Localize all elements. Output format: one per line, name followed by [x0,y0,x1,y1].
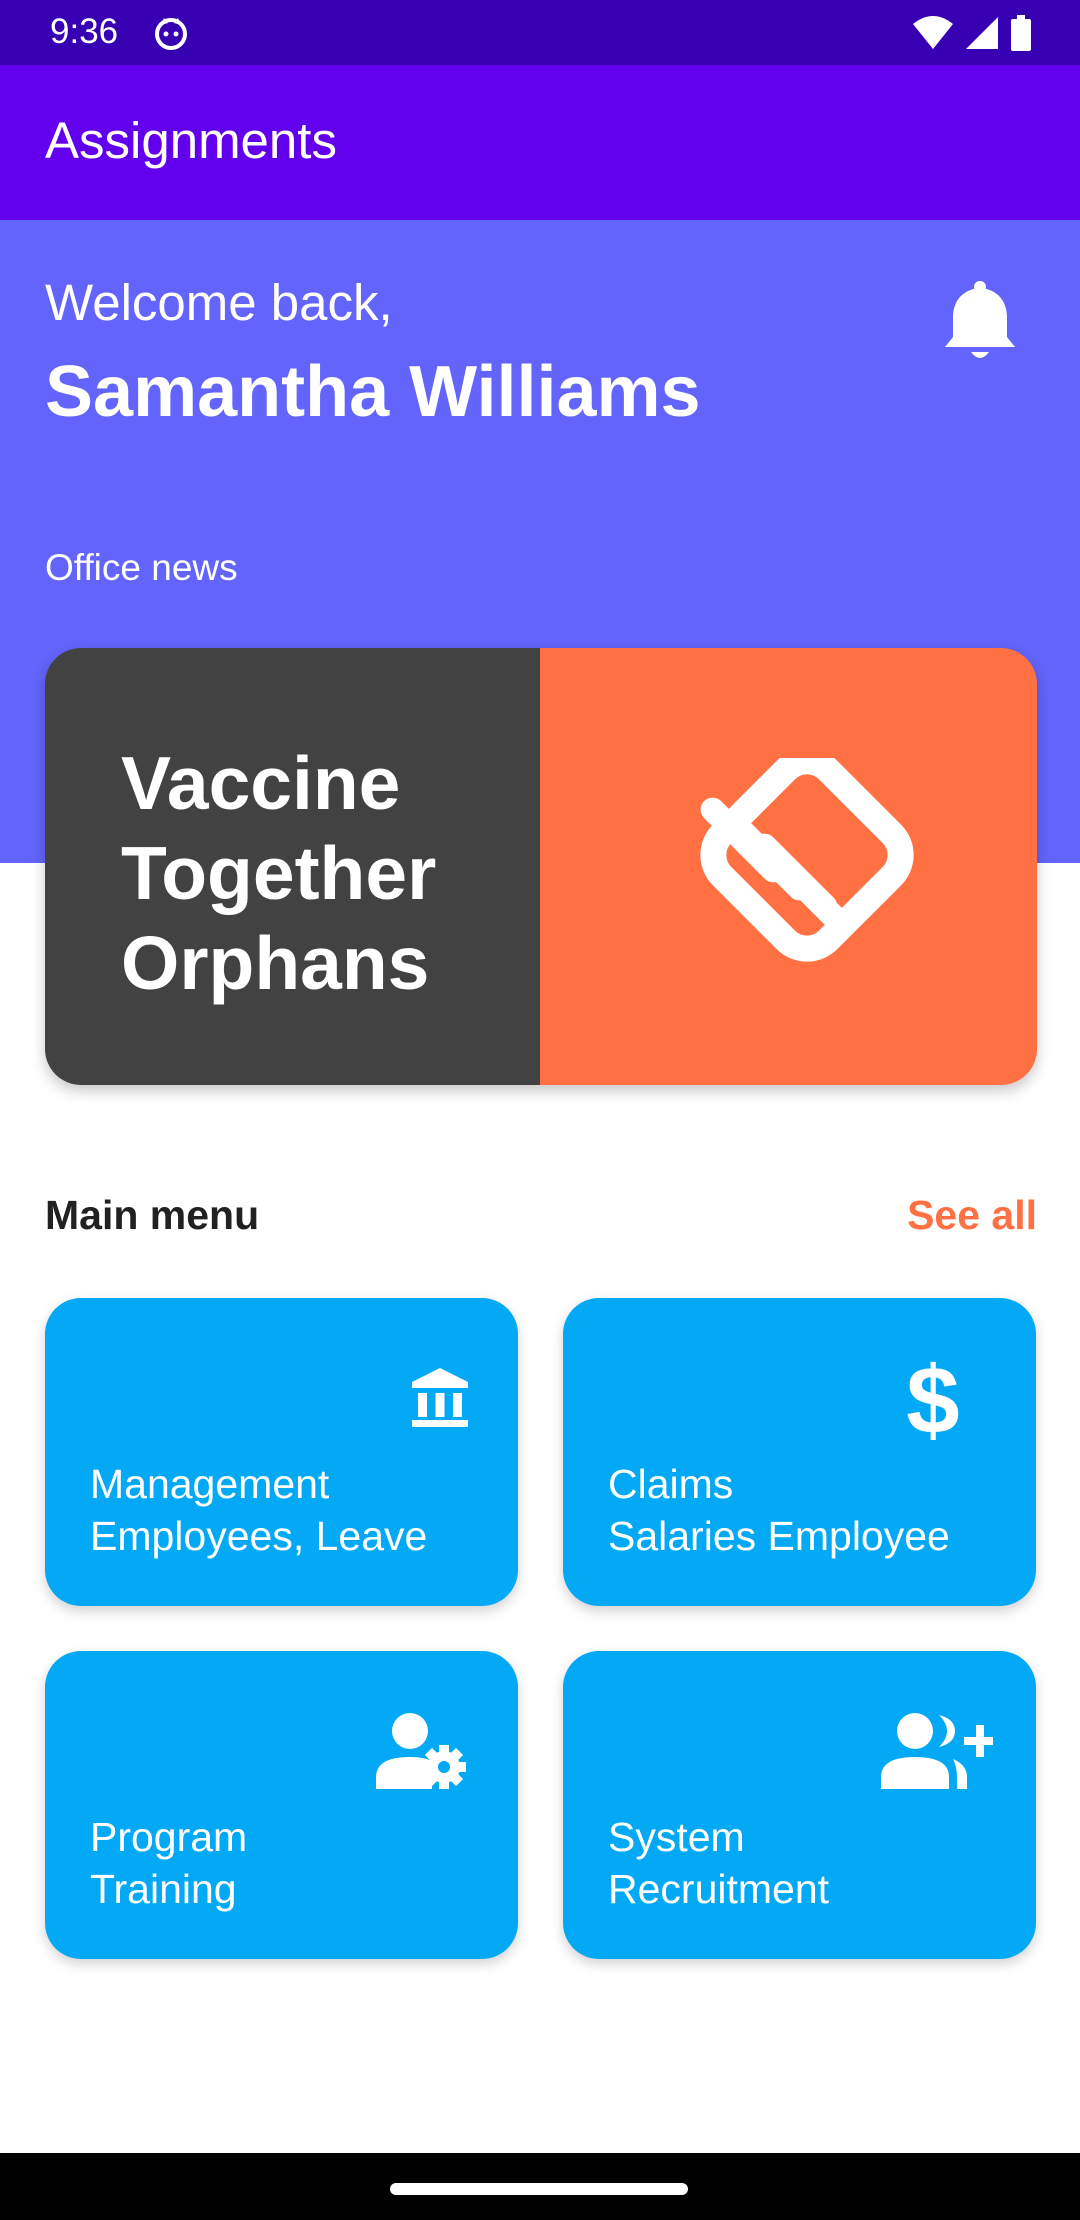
user-name: Samantha Williams [45,352,701,432]
menu-tile-program[interactable]: Program Training [45,1651,518,1959]
user-settings-icon [376,1713,466,1789]
tile-label-line1: System [608,1814,745,1860]
dollar-icon: $ [906,1353,959,1443]
home-gesture-handle[interactable] [390,2183,688,2195]
see-all-link[interactable]: See all [907,1190,1037,1240]
status-time: 9:36 [50,12,119,51]
status-bar: 9:36 [0,0,1080,65]
tile-label-line2: Salaries Employee [608,1513,950,1559]
tile-label-line2: Training [90,1866,237,1912]
tile-label: Claims Salaries Employee [608,1458,950,1562]
tile-label-line2: Employees, Leave [90,1513,428,1559]
svg-text:$: $ [906,1353,959,1443]
tile-label: System Recruitment [608,1811,829,1915]
wifi-icon [913,16,953,49]
bell-icon[interactable] [940,275,1020,365]
news-card-text-panel: Vaccine Together Orphans [45,648,540,1085]
handshake-icon [700,758,914,962]
tile-label-line1: Claims [608,1461,734,1507]
office-news-card[interactable]: Vaccine Together Orphans [45,648,1037,1085]
tile-label-line2: Recruitment [608,1866,830,1912]
signal-icon [966,17,998,49]
menu-tile-claims[interactable]: $ Claims Salaries Employee [563,1298,1036,1606]
app-title: Assignments [45,112,337,169]
news-title: Vaccine Together Orphans [121,741,437,1005]
system-icons [912,13,1032,53]
app-bar: Assignments [0,65,1080,220]
news-card-image-panel [540,648,1037,1085]
navigation-bar [0,2153,1080,2220]
main-menu-label: Main menu [45,1192,260,1238]
tile-label: Management Employees, Leave [90,1458,427,1562]
tile-label: Program Training [90,1811,247,1915]
tile-label-line1: Program [90,1814,248,1860]
office-news-label: Office news [45,547,238,588]
main-menu-header: Main menu See all [45,1185,1037,1245]
welcome-text: Welcome back, [45,274,393,331]
cat-notification-icon [155,18,187,50]
menu-tile-system[interactable]: System Recruitment [563,1651,1036,1959]
add-user-icon [881,1713,993,1789]
menu-tile-management[interactable]: Management Employees, Leave [45,1298,518,1606]
tile-label-line1: Management [90,1461,330,1507]
battery-icon [1011,15,1031,51]
bank-icon [412,1368,468,1427]
